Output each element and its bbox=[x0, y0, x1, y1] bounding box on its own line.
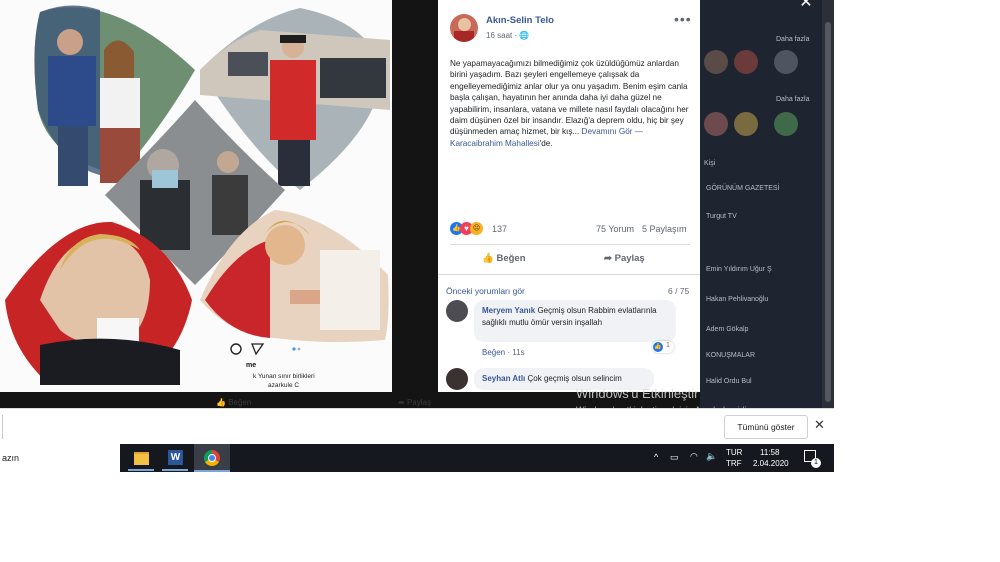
previous-comments-link[interactable]: Önceki yorumları gör bbox=[446, 286, 525, 296]
share-arrow-icon: ➦ bbox=[398, 398, 405, 407]
background-like-label: Beğen bbox=[228, 398, 252, 407]
photo-caption-line: azarkule C bbox=[268, 382, 300, 389]
clock-time[interactable]: 11:58 bbox=[760, 448, 779, 457]
word-icon[interactable]: W bbox=[160, 444, 190, 472]
post-time-label[interactable]: 16 saat bbox=[486, 31, 512, 40]
commenter-avatar[interactable] bbox=[446, 300, 468, 322]
avatar bbox=[734, 112, 758, 136]
wifi-icon[interactable]: ◠ bbox=[690, 451, 698, 462]
avatar bbox=[734, 50, 758, 74]
reactions[interactable]: 👍 ♥ ☹ bbox=[450, 222, 490, 236]
scrollbar-thumb[interactable] bbox=[825, 22, 831, 402]
taskbar: azın W ^ ▭ ◠ 🔈 TUR TRF 11:58 2.04.2020 1 bbox=[0, 444, 834, 472]
sidebar-item[interactable]: Adem Gökalp bbox=[706, 326, 748, 333]
divider bbox=[438, 274, 700, 275]
reaction-count[interactable]: 137 bbox=[492, 224, 507, 234]
avatar bbox=[704, 112, 728, 136]
share-arrow-icon: ➦ bbox=[604, 253, 612, 264]
comment-author[interactable]: Meryem Yanık bbox=[482, 306, 535, 315]
activation-title: Windows'u Etkinleştir bbox=[576, 386, 699, 401]
like-button-label: Beğen bbox=[496, 253, 526, 264]
comment-author[interactable]: Seyhan Atlı bbox=[482, 374, 525, 383]
thumbs-up-icon: 👍 bbox=[216, 398, 226, 407]
post-body-text: Ne yapamayacağımızı bilmediğimiz çok üzü… bbox=[450, 59, 689, 137]
comment-content: Seyhan Atlı Çok geçmiş olsun selincim bbox=[482, 373, 652, 384]
author-avatar[interactable] bbox=[450, 14, 478, 42]
comments-count[interactable]: 75 Yorum bbox=[596, 224, 634, 234]
comment-like-number: 1 bbox=[666, 342, 670, 349]
avatar bbox=[704, 50, 728, 74]
like-reaction-icon: 👍 bbox=[653, 342, 663, 352]
comment-content: Meryem Yanık Geçmiş olsun Rabbim evlatla… bbox=[482, 305, 672, 328]
comment-time[interactable]: 11s bbox=[512, 348, 524, 357]
battery-icon[interactable]: ▭ bbox=[670, 452, 679, 463]
language-bottom[interactable]: TRF bbox=[726, 459, 742, 468]
photo-caption-line: k Yunan sınır birlikleri bbox=[253, 373, 315, 380]
comment-like-count[interactable]: 👍 1 bbox=[652, 341, 674, 353]
background-share-button: ➦ Paylaş bbox=[398, 398, 431, 407]
close-icon[interactable]: ✕ bbox=[814, 417, 825, 433]
divider bbox=[2, 415, 3, 439]
comment-actions: Beğen · 11s bbox=[482, 348, 525, 357]
show-all-button[interactable]: Tümünü göster bbox=[724, 415, 808, 439]
avatar bbox=[774, 112, 798, 136]
thumbs-up-icon: 👍 bbox=[482, 253, 494, 264]
divider bbox=[450, 244, 690, 245]
background-like-button: 👍 Beğen bbox=[216, 398, 251, 407]
language-top[interactable]: TUR bbox=[726, 448, 742, 457]
avatar bbox=[774, 50, 798, 74]
sidebar-item[interactable]: Halid Ordu Bul bbox=[706, 378, 752, 385]
comment-like-button[interactable]: Beğen bbox=[482, 348, 505, 357]
sidebar-item[interactable]: GÖRÜNÜM GAZETESİ bbox=[706, 185, 780, 192]
background-share-label: Paylaş bbox=[406, 398, 431, 407]
location-separator: — bbox=[634, 127, 643, 137]
photo-caption-line: me bbox=[246, 362, 257, 369]
taskbar-search-box[interactable]: azın bbox=[0, 444, 120, 472]
comment-bubble: Meryem Yanık Geçmiş olsun Rabbim evlatla… bbox=[474, 300, 676, 342]
background-sidebar: Daha fazla Daha fazla Kişi GÖRÜNÜM GAZET… bbox=[700, 0, 822, 408]
sidebar-item[interactable]: Hakan Pehlivanoğlu bbox=[706, 296, 768, 303]
sidebar-header: Kişi bbox=[704, 160, 716, 167]
chrome-icon[interactable] bbox=[194, 444, 230, 472]
volume-icon[interactable]: 🔈 bbox=[706, 451, 717, 462]
sidebar-header: Daha fazla bbox=[776, 96, 810, 103]
clock-date[interactable]: 2.04.2020 bbox=[753, 459, 789, 468]
location-link[interactable]: Karacaibrahim Mahallesi bbox=[450, 139, 540, 148]
share-button[interactable]: ➦ Paylaş bbox=[604, 253, 645, 264]
comment-text: Çok geçmiş olsun selincim bbox=[527, 374, 622, 383]
download-bar: Tümünü göster ✕ bbox=[0, 408, 834, 445]
author-name[interactable]: Akın-Selin Telo bbox=[486, 15, 554, 26]
globe-icon: 🌐 bbox=[519, 31, 530, 40]
sad-reaction-icon: ☹ bbox=[470, 222, 483, 235]
notification-count-badge: 1 bbox=[811, 458, 821, 468]
sidebar-item[interactable]: Emin Yıldırım Uğur Ş bbox=[706, 266, 772, 273]
file-explorer-icon[interactable] bbox=[126, 444, 156, 472]
location-suffix: 'de. bbox=[539, 138, 553, 148]
commenter-avatar[interactable] bbox=[446, 368, 468, 390]
sidebar-item[interactable]: KONUŞMALAR bbox=[706, 352, 755, 359]
post-time[interactable]: 16 saat · 🌐 bbox=[486, 31, 529, 40]
share-button-label: Paylaş bbox=[614, 253, 645, 264]
sidebar-header: Daha fazla bbox=[776, 36, 810, 43]
shares-count[interactable]: 5 Paylaşım bbox=[642, 224, 687, 234]
comments-pager: 6 / 75 bbox=[668, 286, 690, 296]
post-body: Ne yapamayacağımızı bilmediğimiz çok üzü… bbox=[450, 58, 694, 149]
photo-collage bbox=[0, 0, 392, 392]
post-panel: Akın-Selin Telo 16 saat · 🌐 ••• Ne yapam… bbox=[438, 0, 700, 392]
post-photo[interactable]: me k Yunan sınır birlikleri azarkule C bbox=[0, 0, 392, 392]
like-button[interactable]: 👍 Beğen bbox=[482, 253, 526, 264]
chevron-up-icon[interactable]: ^ bbox=[654, 452, 658, 462]
close-icon[interactable]: ✕ bbox=[796, 0, 816, 14]
more-options-icon[interactable]: ••• bbox=[674, 11, 692, 27]
taskbar-search-text: azın bbox=[2, 453, 20, 463]
see-more-link[interactable]: Devamını Gör bbox=[582, 127, 633, 136]
sidebar-item[interactable]: Turgut TV bbox=[706, 213, 737, 220]
